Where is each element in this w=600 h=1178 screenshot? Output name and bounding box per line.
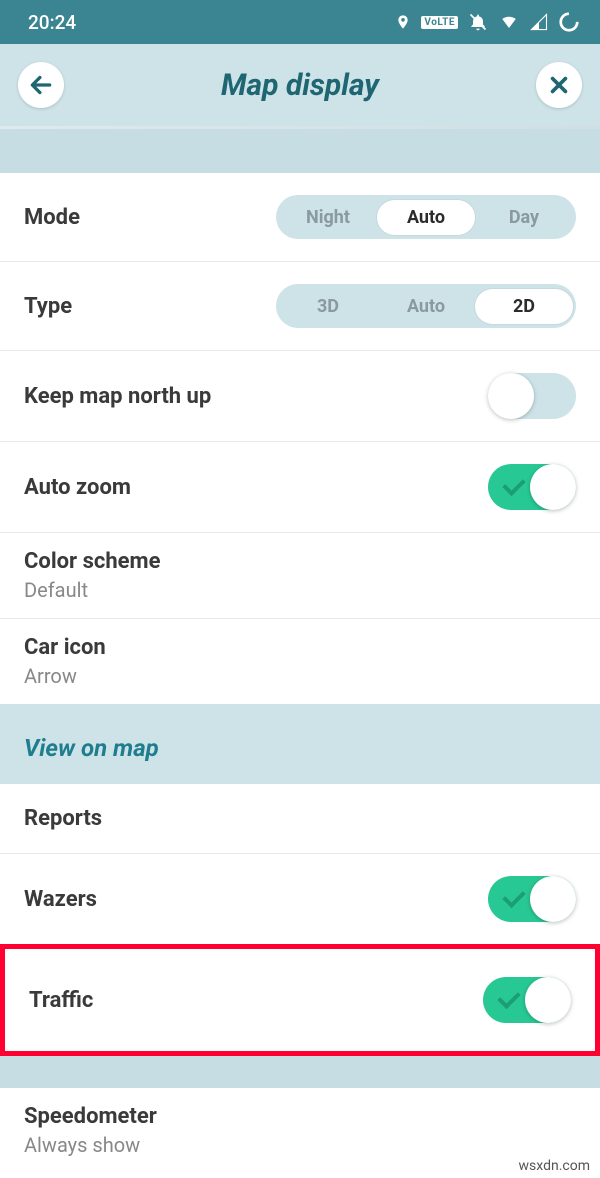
view-on-map-section: Reports Wazers bbox=[0, 784, 600, 944]
arrow-left-icon bbox=[28, 72, 54, 98]
speedometer-value: Always show bbox=[24, 1133, 140, 1157]
mode-option-auto[interactable]: Auto bbox=[377, 200, 475, 235]
back-button[interactable] bbox=[18, 62, 64, 108]
traffic-label: Traffic bbox=[29, 988, 483, 1013]
wifi-icon bbox=[498, 13, 520, 31]
type-option-auto[interactable]: Auto bbox=[377, 289, 475, 324]
status-icons: VoLTE bbox=[395, 11, 580, 33]
wazers-row[interactable]: Wazers bbox=[0, 854, 600, 944]
keep-north-label: Keep map north up bbox=[24, 384, 488, 409]
close-icon bbox=[548, 74, 570, 96]
status-bar: 20:24 VoLTE bbox=[0, 0, 600, 44]
mode-segmented[interactable]: Night Auto Day bbox=[276, 195, 576, 239]
car-icon-value: Arrow bbox=[24, 664, 77, 688]
color-scheme-row[interactable]: Color scheme Default bbox=[0, 533, 600, 619]
wazers-label: Wazers bbox=[24, 887, 488, 912]
type-label: Type bbox=[24, 294, 276, 319]
speedometer-row[interactable]: Speedometer Always show bbox=[0, 1088, 600, 1173]
type-segmented[interactable]: 3D Auto 2D bbox=[276, 284, 576, 328]
car-icon-label: Car icon bbox=[24, 635, 106, 660]
auto-zoom-row[interactable]: Auto zoom bbox=[0, 442, 600, 533]
mode-row: Mode Night Auto Day bbox=[0, 173, 600, 262]
volte-icon: VoLTE bbox=[421, 16, 458, 29]
auto-zoom-label: Auto zoom bbox=[24, 475, 488, 500]
speedometer-label: Speedometer bbox=[24, 1104, 157, 1129]
close-button[interactable] bbox=[536, 62, 582, 108]
keep-north-toggle[interactable] bbox=[488, 373, 576, 419]
mode-option-day[interactable]: Day bbox=[475, 200, 573, 235]
color-scheme-label: Color scheme bbox=[24, 549, 160, 574]
page-header: Map display bbox=[0, 44, 600, 126]
traffic-row[interactable]: Traffic bbox=[5, 949, 595, 1051]
reports-row[interactable]: Reports bbox=[0, 784, 600, 854]
auto-zoom-toggle[interactable] bbox=[488, 464, 576, 510]
wazers-toggle[interactable] bbox=[488, 876, 576, 922]
page-title: Map display bbox=[64, 68, 536, 103]
mode-option-night[interactable]: Night bbox=[279, 200, 377, 235]
speedometer-section: Speedometer Always show bbox=[0, 1088, 600, 1173]
signal-icon bbox=[530, 13, 548, 31]
watermark: wsxdn.com bbox=[519, 1158, 590, 1174]
keep-north-row[interactable]: Keep map north up bbox=[0, 351, 600, 442]
notifications-off-icon bbox=[468, 12, 488, 32]
reports-label: Reports bbox=[24, 806, 576, 831]
view-on-map-header: View on map bbox=[0, 704, 600, 784]
car-icon-row[interactable]: Car icon Arrow bbox=[0, 619, 600, 704]
type-option-3d[interactable]: 3D bbox=[279, 289, 377, 324]
traffic-toggle[interactable] bbox=[483, 977, 571, 1023]
type-option-2d[interactable]: 2D bbox=[475, 289, 573, 324]
mode-label: Mode bbox=[24, 205, 276, 230]
status-clock: 20:24 bbox=[28, 11, 76, 34]
location-icon bbox=[395, 14, 411, 30]
color-scheme-value: Default bbox=[24, 578, 88, 602]
type-row: Type 3D Auto 2D bbox=[0, 262, 600, 351]
traffic-highlight: Traffic bbox=[0, 944, 600, 1056]
loading-spinner-icon bbox=[558, 11, 580, 33]
display-settings-section: Mode Night Auto Day Type 3D Auto 2D Keep… bbox=[0, 173, 600, 704]
